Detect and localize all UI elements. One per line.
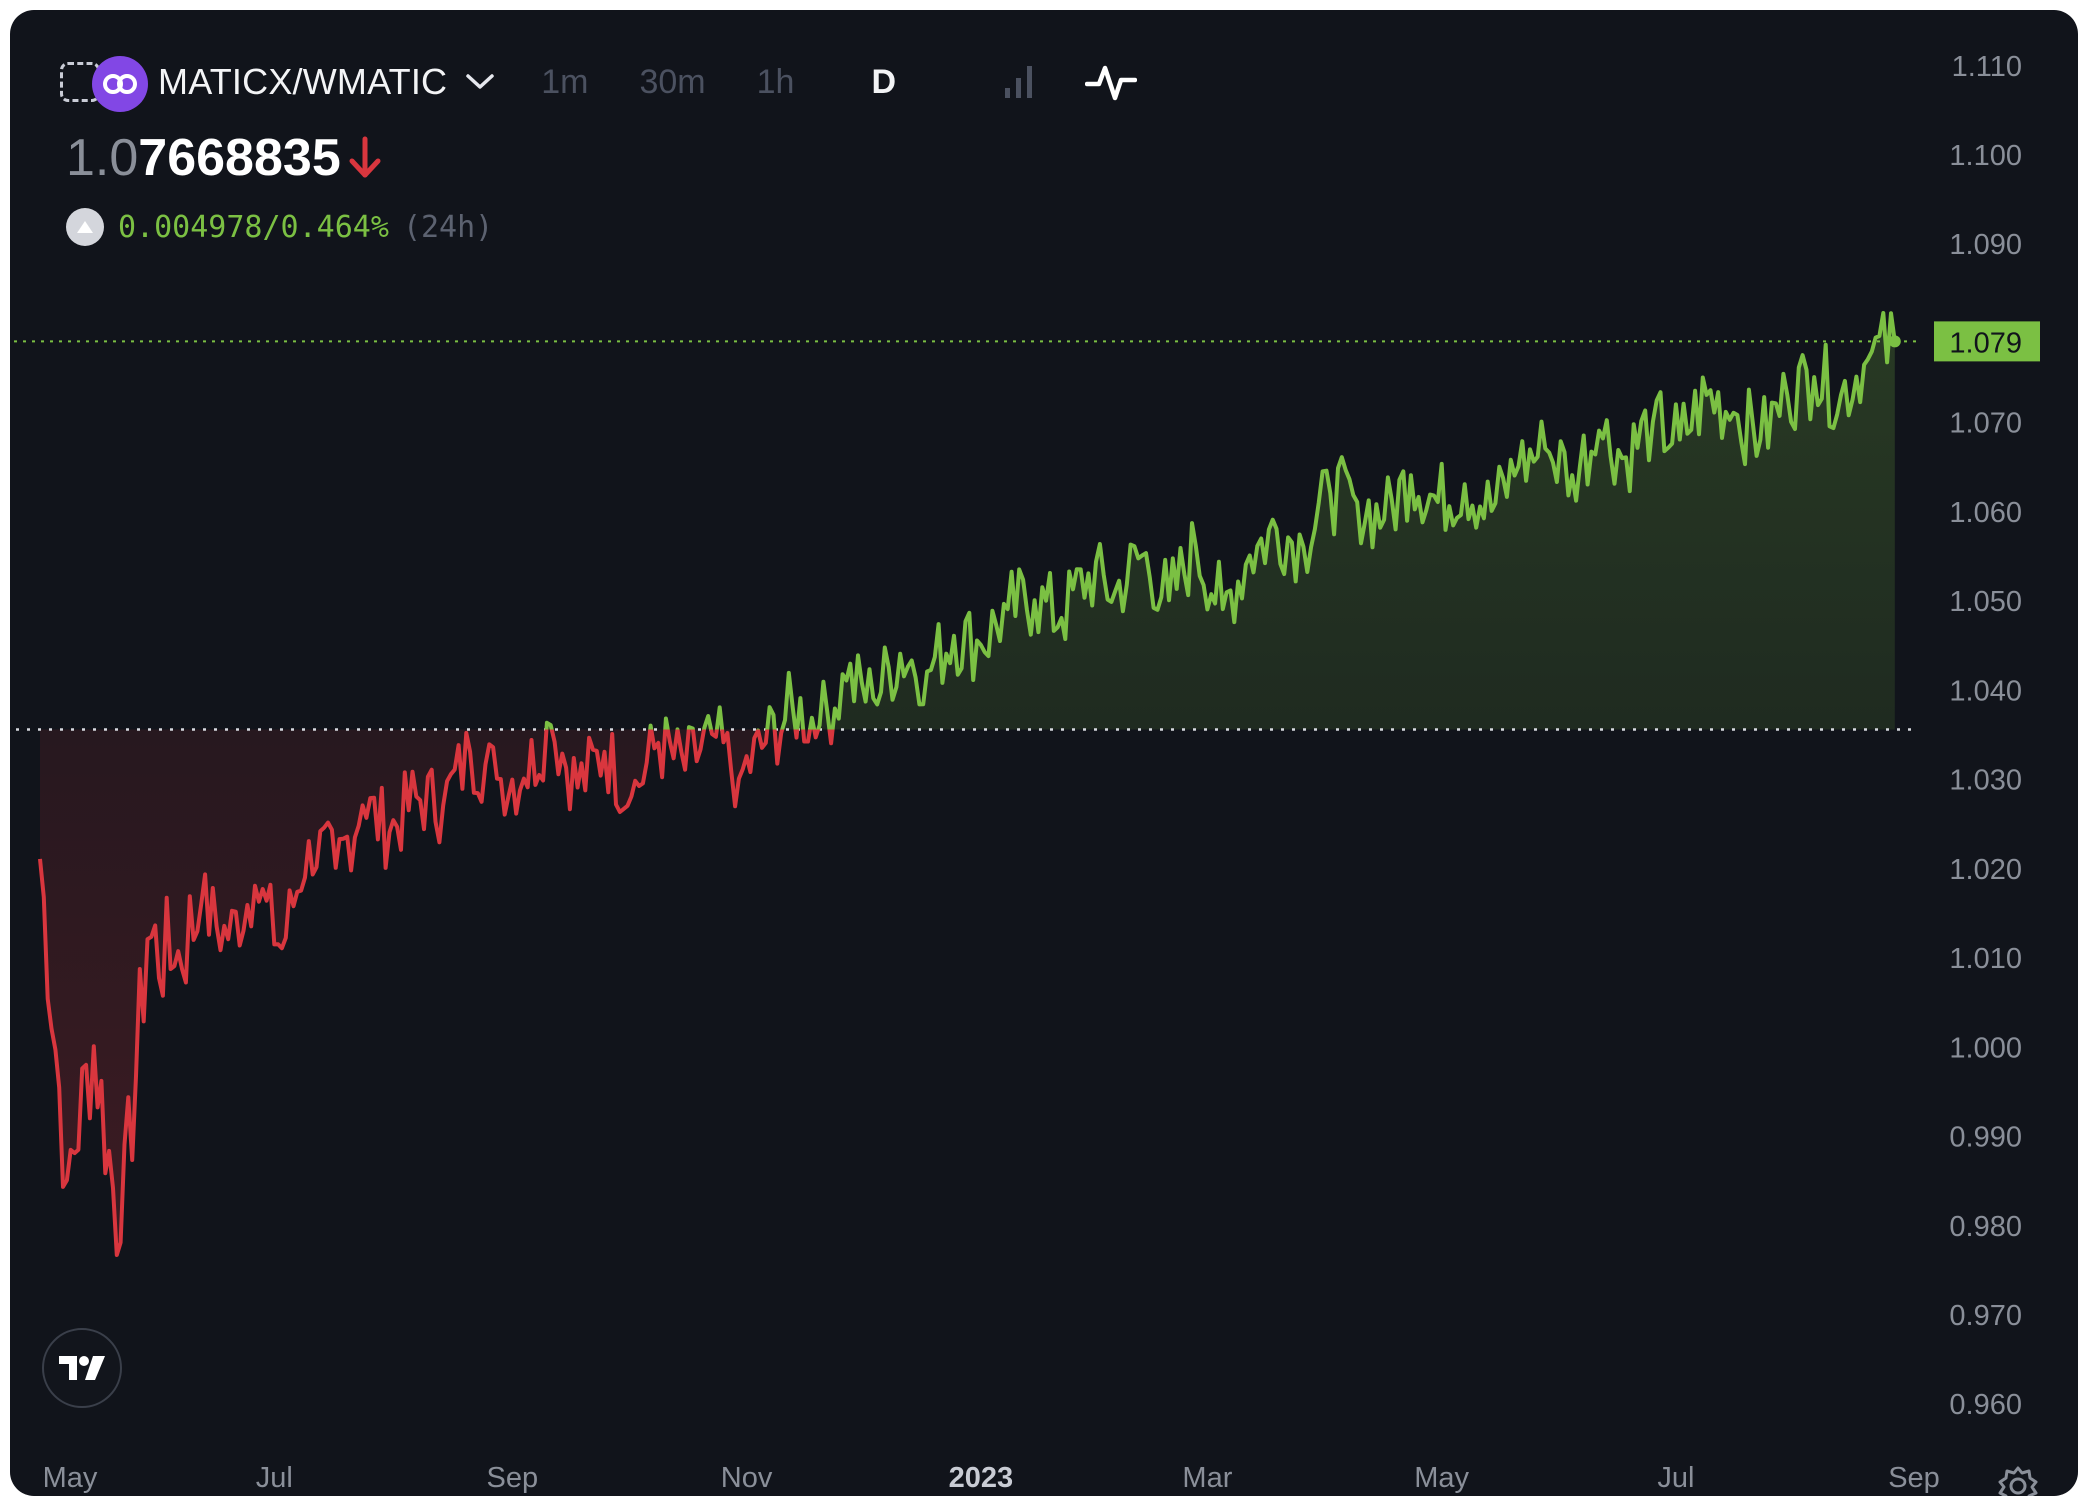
interval-1m[interactable]: 1m (541, 63, 588, 102)
gear-icon[interactable] (1996, 1464, 2040, 1496)
chevron-down-icon[interactable] (463, 65, 497, 99)
x-tick-label: Nov (721, 1462, 773, 1494)
y-axis: 1.110 1.100 1.090 1.079 1.070 1.060 1.050 1.040… (1934, 51, 2040, 1421)
y-tick-label: 1.110 (1952, 51, 2022, 83)
y-tick-label: 0.990 (1949, 1122, 2022, 1154)
last-price-point (1888, 335, 1901, 348)
interval-1h[interactable]: 1h (757, 63, 795, 102)
pair-name[interactable]: MATICX/WMATIC (158, 61, 447, 103)
y-tick-label: 1.100 (1949, 140, 2022, 172)
interval-30m[interactable]: 30m (639, 63, 705, 102)
token-pair-icons (52, 50, 152, 114)
x-tick-label: Sep (1888, 1462, 1940, 1494)
y-tick-label: 1.050 (1949, 586, 2022, 618)
x-tick-label: Jul (256, 1462, 293, 1494)
y-tick-label: 0.960 (1949, 1389, 2022, 1421)
y-tick-label: 0.980 (1949, 1211, 2022, 1243)
line-chart-icon[interactable] (1085, 56, 1137, 108)
y-tick-label: 1.070 (1949, 408, 2022, 440)
interval-selector: 1m 30m 1h D (541, 56, 1177, 108)
matic-token-icon (92, 56, 148, 112)
y-tick-label: 1.000 (1949, 1032, 2022, 1064)
x-tick-label: May (1414, 1462, 1469, 1494)
x-tick-label: Sep (487, 1462, 539, 1494)
y-tick-label: 1.010 (1949, 943, 2022, 975)
price-change: 0.004978/0.464% (24h) (66, 208, 493, 246)
x-axis: May Jul Sep Nov 2023 Mar May Jul Sep (43, 1462, 1940, 1494)
price-prefix: 1.0 (66, 129, 139, 187)
interval-daily[interactable]: D (871, 63, 896, 102)
x-tick-label: 2023 (949, 1462, 1014, 1494)
bar-chart-icon[interactable] (993, 56, 1045, 108)
change-value: 0.004978/0.464% (118, 209, 389, 245)
chart-widget: 1.110 1.100 1.090 1.079 1.070 1.060 1.050 1.040… (10, 10, 2078, 1496)
price-digits: 7668835 (138, 129, 341, 187)
y-tick-label: 1.020 (1949, 854, 2022, 886)
triangle-up-icon (66, 208, 104, 246)
tradingview-logo-icon[interactable] (42, 1328, 122, 1408)
y-tick-label: 1.040 (1949, 675, 2022, 707)
change-period: (24h) (402, 209, 494, 245)
chart-header: MATICX/WMATIC 1m 30m 1h D (52, 42, 1177, 122)
y-tick-label: 1.079 (1949, 327, 2022, 359)
y-tick-label: 1.060 (1949, 497, 2022, 529)
arrow-down-icon (349, 136, 381, 178)
current-price: 1.0 7668835 (66, 128, 385, 188)
y-tick-label: 0.970 (1949, 1300, 2022, 1332)
y-tick-label: 1.090 (1949, 229, 2022, 261)
y-tick-label: 1.030 (1949, 765, 2022, 797)
x-tick-label: Mar (1182, 1462, 1232, 1494)
x-tick-label: Jul (1657, 1462, 1694, 1494)
x-tick-label: May (43, 1462, 98, 1494)
